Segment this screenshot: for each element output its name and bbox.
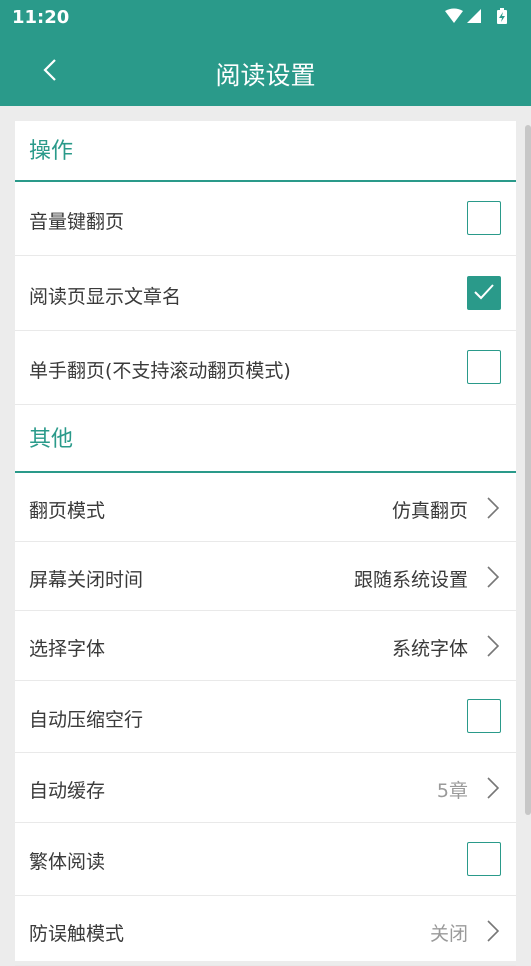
setting-label: 翻页模式: [29, 500, 106, 522]
setting-label: 屏幕关闭时间: [29, 569, 144, 591]
chevron-right-icon: [487, 920, 500, 942]
chevron-right-icon: [487, 497, 500, 519]
section-header-operation: 操作: [15, 121, 516, 182]
volume-key-page-checkbox[interactable]: [467, 201, 501, 235]
setting-label: 单手翻页(不支持滚动翻页模式): [29, 360, 291, 382]
setting-auto-cache[interactable]: 自动缓存 5章: [15, 753, 516, 823]
setting-value: 跟随系统设置: [353, 569, 468, 591]
setting-label: 选择字体: [29, 638, 106, 660]
setting-label: 音量键翻页: [29, 211, 125, 233]
setting-traditional[interactable]: 繁体阅读: [15, 823, 516, 896]
show-chapter-name-checkbox[interactable]: [467, 276, 501, 310]
page-title: 阅读设置: [215, 61, 316, 90]
chevron-right-icon: [487, 777, 500, 799]
section-title: 操作: [29, 139, 74, 164]
setting-value: 仿真翻页: [391, 500, 468, 522]
setting-screen-timeout[interactable]: 屏幕关闭时间 跟随系统设置: [15, 542, 516, 611]
setting-show-chapter-name[interactable]: 阅读页显示文章名: [15, 256, 516, 331]
section-header-other: 其他: [15, 405, 516, 473]
setting-value: 系统字体: [391, 638, 468, 660]
setting-label: 自动缓存: [29, 780, 106, 802]
battery-icon: [497, 8, 507, 24]
signal-icon: [467, 9, 481, 23]
setting-value: 5章: [436, 780, 468, 802]
status-time: 11:20: [12, 7, 70, 28]
wifi-icon: [445, 8, 463, 23]
setting-one-hand-page[interactable]: 单手翻页(不支持滚动翻页模式): [15, 331, 516, 405]
setting-compress-blank[interactable]: 自动压缩空行: [15, 681, 516, 753]
section-title: 其他: [29, 427, 74, 452]
setting-font[interactable]: 选择字体 系统字体: [15, 611, 516, 681]
settings-card: 操作 音量键翻页 阅读页显示文章名 单手翻页(不支持滚动翻页模式) 其他 翻页模…: [15, 121, 516, 966]
scrollbar[interactable]: [525, 125, 531, 815]
one-hand-page-checkbox[interactable]: [467, 350, 501, 384]
setting-value: 关闭: [429, 923, 468, 945]
chevron-right-icon: [487, 635, 500, 657]
setting-label: 防误触模式: [29, 923, 125, 945]
setting-label: 自动压缩空行: [29, 709, 144, 731]
traditional-checkbox[interactable]: [467, 842, 501, 876]
chevron-right-icon: [487, 566, 500, 588]
check-icon: [474, 284, 494, 300]
status-icons: [443, 8, 513, 26]
compress-blank-checkbox[interactable]: [467, 699, 501, 733]
setting-label: 阅读页显示文章名: [29, 286, 182, 308]
app-bar: 11:20 阅读设置: [0, 0, 531, 106]
setting-volume-key-page[interactable]: 音量键翻页: [15, 182, 516, 256]
setting-label: 繁体阅读: [29, 851, 106, 873]
setting-page-mode[interactable]: 翻页模式 仿真翻页: [15, 473, 516, 542]
setting-anti-mistouch[interactable]: 防误触模式 关闭: [15, 896, 516, 966]
